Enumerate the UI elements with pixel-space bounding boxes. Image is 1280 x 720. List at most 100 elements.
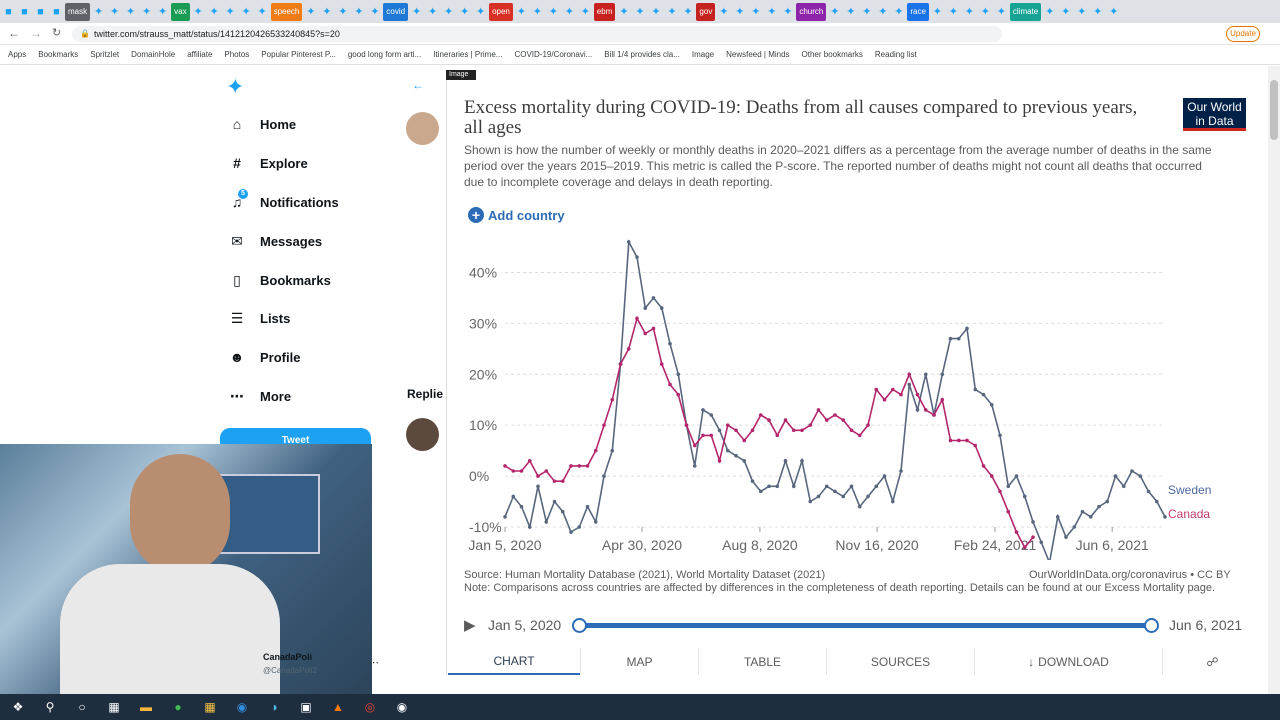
back-arrow-icon[interactable]: ← <box>412 78 424 92</box>
browser-tab-vax[interactable]: vax <box>171 2 190 21</box>
nav-more[interactable]: ⋯ More <box>228 384 291 408</box>
twitter-tab-icon[interactable]: ✦ <box>319 3 334 21</box>
bookmark-item[interactable]: Itineraries | Prime... <box>433 50 502 59</box>
twitter-tab-icon[interactable]: ✦ <box>155 3 170 21</box>
twitter-tab-icon[interactable]: ✦ <box>1090 3 1105 21</box>
twitter-tab-icon[interactable]: ✦ <box>1042 3 1057 21</box>
chrome-icon[interactable]: ◎ <box>358 697 382 717</box>
nav-messages[interactable]: ✉ Messages <box>228 229 322 253</box>
twitter-tab-icon[interactable]: ✦ <box>335 3 350 21</box>
twitter-tab-icon[interactable]: ✦ <box>748 3 763 21</box>
twitter-tab-icon[interactable]: ✦ <box>514 3 529 21</box>
twitter-tab-icon[interactable]: ✦ <box>632 3 647 21</box>
twitter-tab-icon[interactable]: ✦ <box>680 3 695 21</box>
twitter-tab-icon[interactable]: ✦ <box>367 3 382 21</box>
twitter-tab-icon[interactable]: ✦ <box>255 3 270 21</box>
obs-icon[interactable]: ◉ <box>390 697 414 717</box>
twitter-tab-icon[interactable]: ✦ <box>930 3 945 21</box>
browser-tab-mask[interactable]: mask <box>65 2 91 21</box>
nav-notifications[interactable]: ♫ Notifications 5 <box>228 189 339 214</box>
browser-icon[interactable]: ◑ <box>262 697 286 717</box>
bookmark-item[interactable]: affiliate <box>187 50 212 59</box>
browser-tab-speech[interactable]: speech <box>270 2 303 21</box>
forward-arrow-icon[interactable]: → <box>30 26 42 40</box>
bookmark-item[interactable]: good long form arti... <box>348 50 421 59</box>
bookmark-item[interactable]: Bill 1/4 provides cla... <box>604 50 680 59</box>
browser-tab-climate[interactable]: climate <box>1009 2 1042 21</box>
twitter-tab-icon[interactable]: ✦ <box>425 3 440 21</box>
scrollbar-thumb[interactable] <box>1270 80 1278 140</box>
twitter-tab-icon[interactable]: ✦ <box>473 3 488 21</box>
share-button[interactable]: ☍ <box>1162 648 1262 675</box>
twitter-tab-icon[interactable]: ✦ <box>1058 3 1073 21</box>
twitter-tab-icon[interactable]: ✦ <box>91 3 106 21</box>
avatar[interactable] <box>406 112 439 145</box>
bookmark-item[interactable]: Reading list <box>875 50 917 59</box>
browser-tab-church[interactable]: church <box>796 2 827 21</box>
owid-logo[interactable]: Our World in Data <box>1183 98 1246 131</box>
browser-tab-open[interactable]: open <box>489 2 513 21</box>
nav-explore[interactable]: # Explore <box>228 151 308 175</box>
bookmark-item[interactable]: Newsfeed | Minds <box>726 50 789 59</box>
bookmark-item[interactable]: Bookmarks <box>38 50 78 59</box>
tab-chart[interactable]: CHART <box>448 648 580 675</box>
tab-table[interactable]: TABLE <box>698 648 826 675</box>
cortana-icon[interactable]: ○ <box>70 697 94 717</box>
bookmark-item[interactable]: Image <box>692 50 714 59</box>
tab-download[interactable]: ↓ DOWNLOAD <box>974 648 1162 675</box>
nav-lists[interactable]: ☰ Lists <box>228 306 291 330</box>
browser-tab-icon[interactable]: ■ <box>17 3 32 21</box>
timeline-track[interactable] <box>581 623 1151 628</box>
twitter-tab-icon[interactable]: ✦ <box>239 3 254 21</box>
bookmark-item[interactable]: DomainHole <box>131 50 175 59</box>
nav-profile[interactable]: ☻ Profile <box>228 345 301 369</box>
explorer-icon[interactable]: ▦ <box>198 697 222 717</box>
twitter-tab-icon[interactable]: ✦ <box>827 3 842 21</box>
twitter-tab-icon[interactable]: ✦ <box>994 3 1009 21</box>
twitter-tab-icon[interactable]: ✦ <box>207 3 222 21</box>
task-view-icon[interactable]: ▦ <box>102 697 126 717</box>
twitter-tab-icon[interactable]: ✦ <box>1074 3 1089 21</box>
windows-start-icon[interactable]: ❖ <box>6 697 30 717</box>
reply-avatar[interactable] <box>406 418 439 451</box>
twitter-tab-icon[interactable]: ✦ <box>962 3 977 21</box>
twitter-tab-icon[interactable]: ✦ <box>891 3 906 21</box>
twitter-tab-icon[interactable]: ✦ <box>191 3 206 21</box>
twitter-tab-icon[interactable]: ✦ <box>946 3 961 21</box>
bookmark-item[interactable]: Spritzlet <box>90 50 119 59</box>
twitter-tab-icon[interactable]: ✦ <box>546 3 561 21</box>
twitter-tab-icon[interactable]: ✦ <box>843 3 858 21</box>
twitter-tab-icon[interactable]: ✦ <box>616 3 631 21</box>
app-icon[interactable]: ● <box>166 697 190 717</box>
twitter-tab-icon[interactable]: ✦ <box>780 3 795 21</box>
twitter-logo-icon[interactable]: ✦ <box>226 74 244 100</box>
twitter-tab-icon[interactable]: ✦ <box>409 3 424 21</box>
twitter-tab-icon[interactable]: ✦ <box>107 3 122 21</box>
folder-icon[interactable]: ▬ <box>134 697 158 717</box>
tab-sources[interactable]: SOURCES <box>826 648 974 675</box>
twitter-tab-icon[interactable]: ✦ <box>441 3 456 21</box>
add-country-button[interactable]: + Add country <box>468 207 565 223</box>
browser-tab-gov[interactable]: gov <box>696 2 716 21</box>
timeline-end-handle[interactable] <box>1144 618 1159 633</box>
twitter-tab-icon[interactable]: ✦ <box>716 3 731 21</box>
tab-map[interactable]: MAP <box>580 648 698 675</box>
bookmark-item[interactable]: Popular Pinterest P... <box>261 50 336 59</box>
bookmark-item[interactable]: Other bookmarks <box>802 50 863 59</box>
nav-bookmarks[interactable]: ▯ Bookmarks <box>228 268 331 292</box>
nav-home[interactable]: ⌂ Home <box>228 112 296 136</box>
browser-tab-ebm[interactable]: ebm <box>593 2 616 21</box>
twitter-tab-icon[interactable]: ✦ <box>530 3 545 21</box>
account-more-icon[interactable]: ⋯ <box>368 656 379 669</box>
browser-tab-icon[interactable]: ■ <box>49 3 64 21</box>
page-scrollbar[interactable] <box>1268 66 1280 694</box>
browser-tab-race[interactable]: race <box>907 2 929 21</box>
vlc-icon[interactable]: ▲ <box>326 697 350 717</box>
twitter-tab-icon[interactable]: ✦ <box>875 3 890 21</box>
reload-icon[interactable]: ↻ <box>52 26 61 39</box>
browser-tab-covid[interactable]: covid <box>383 2 409 21</box>
twitter-tab-icon[interactable]: ✦ <box>303 3 318 21</box>
timeline-start-handle[interactable] <box>572 618 587 633</box>
search-icon[interactable]: ⚲ <box>38 697 62 717</box>
play-icon[interactable]: ▶ <box>464 616 476 634</box>
